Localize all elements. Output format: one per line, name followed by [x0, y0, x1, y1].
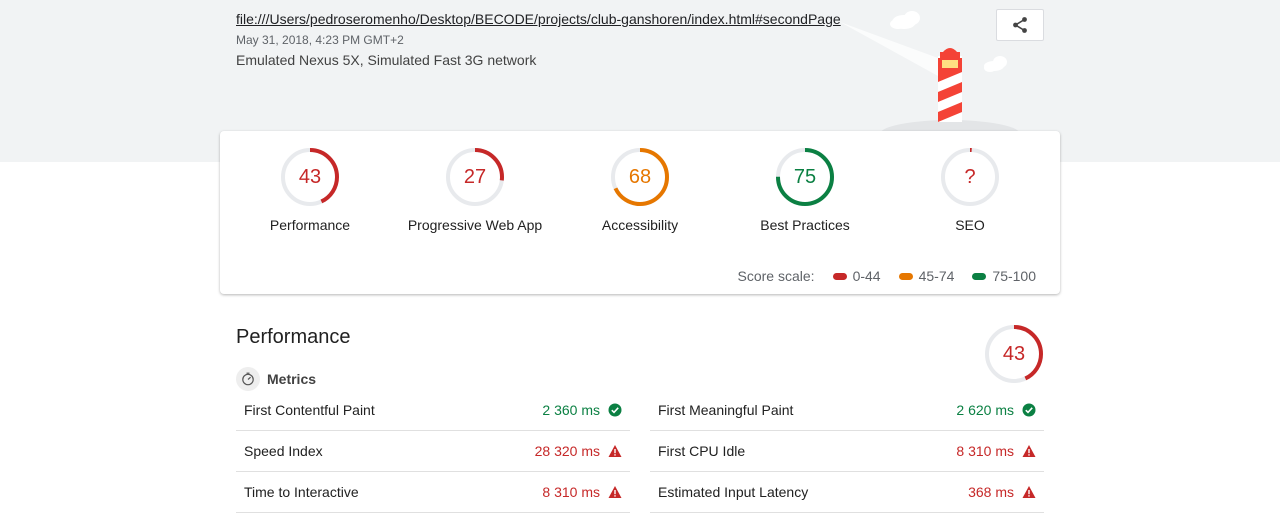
scale-item-fail: 0-44 [832, 268, 881, 284]
metric-row: First CPU Idle 8 310 ms [650, 431, 1044, 472]
gauge-score: 27 [463, 166, 487, 188]
gauge-label: SEO [955, 217, 985, 233]
scale-range: 45-74 [918, 268, 955, 284]
metric-value: 8 310 ms [542, 484, 600, 500]
gauge-accessibility[interactable]: 68 Accessibility [565, 147, 715, 233]
section-title-performance: Performance [236, 326, 351, 348]
metric-row: Estimated Input Latency 368 ms [650, 472, 1044, 513]
metrics-label: Metrics [267, 371, 317, 387]
scale-pill [972, 272, 987, 280]
metric-name: First Meaningful Paint [658, 402, 794, 418]
share-button[interactable] [996, 9, 1044, 41]
metric-name: Estimated Input Latency [658, 484, 809, 500]
check-circle-icon [1022, 403, 1036, 417]
report-date: May 31, 2018, 4:23 PM GMT+2 [236, 33, 404, 47]
warning-triangle-icon [608, 444, 622, 458]
score-summary-card: 43 Performance 27 Progressive Web App 68… [220, 131, 1060, 294]
gauge-label: Performance [269, 217, 351, 233]
metric-value: 28 320 ms [534, 443, 600, 459]
gauge-label: Accessibility [601, 217, 679, 233]
scale-range: 0-44 [852, 268, 881, 284]
score-scale: Score scale: 0-44 45-74 75-100 [738, 268, 1036, 284]
scale-pill [898, 272, 913, 280]
performance-section-gauge: 43 [984, 324, 1044, 384]
metric-name: Time to Interactive [244, 484, 359, 500]
gauge-label: Progressive Web App [407, 217, 543, 233]
check-circle-icon [608, 403, 622, 417]
scale-item-pass: 75-100 [972, 268, 1036, 284]
gauge-best-practices[interactable]: 75 Best Practices [730, 147, 880, 233]
warning-triangle-icon [1022, 485, 1036, 499]
metric-value: 8 310 ms [956, 443, 1014, 459]
warning-triangle-icon [1022, 444, 1036, 458]
metric-value: 2 360 ms [542, 402, 600, 418]
gauge-label: Best Practices [760, 217, 850, 233]
warning-triangle-icon [608, 485, 622, 499]
metric-name: First CPU Idle [658, 443, 746, 459]
metric-row: First Contentful Paint 2 360 ms [236, 390, 630, 431]
share-icon [1013, 17, 1027, 33]
metric-name: Speed Index [244, 443, 323, 459]
gauge-score: 75 [793, 166, 817, 188]
metric-row: Speed Index 28 320 ms [236, 431, 630, 472]
scale-range: 75-100 [992, 268, 1036, 284]
metric-row: Time to Interactive 8 310 ms [236, 472, 630, 513]
gauge-seo[interactable]: ? SEO [895, 147, 1045, 233]
metrics-header: Metrics [236, 367, 316, 391]
report-url-link[interactable]: file:///Users/pedroseromenho/Desktop/BEC… [236, 11, 841, 27]
gauge-pwa[interactable]: 27 Progressive Web App [400, 147, 550, 233]
timer-icon [236, 367, 260, 391]
scale-pill [832, 272, 847, 280]
report-environment: Emulated Nexus 5X, Simulated Fast 3G net… [236, 52, 537, 68]
gauge-score: 68 [628, 166, 652, 188]
metric-name: First Contentful Paint [244, 402, 375, 418]
scale-item-average: 45-74 [898, 268, 955, 284]
metric-value: 368 ms [968, 484, 1014, 500]
gauge-performance[interactable]: 43 Performance [235, 147, 385, 233]
gauge-score: 43 [298, 166, 322, 188]
gauge-score: ? [964, 166, 976, 188]
metric-row: First Meaningful Paint 2 620 ms [650, 390, 1044, 431]
gauge-score: 43 [1002, 343, 1026, 365]
metric-value: 2 620 ms [956, 402, 1014, 418]
score-scale-label: Score scale: [737, 268, 815, 284]
